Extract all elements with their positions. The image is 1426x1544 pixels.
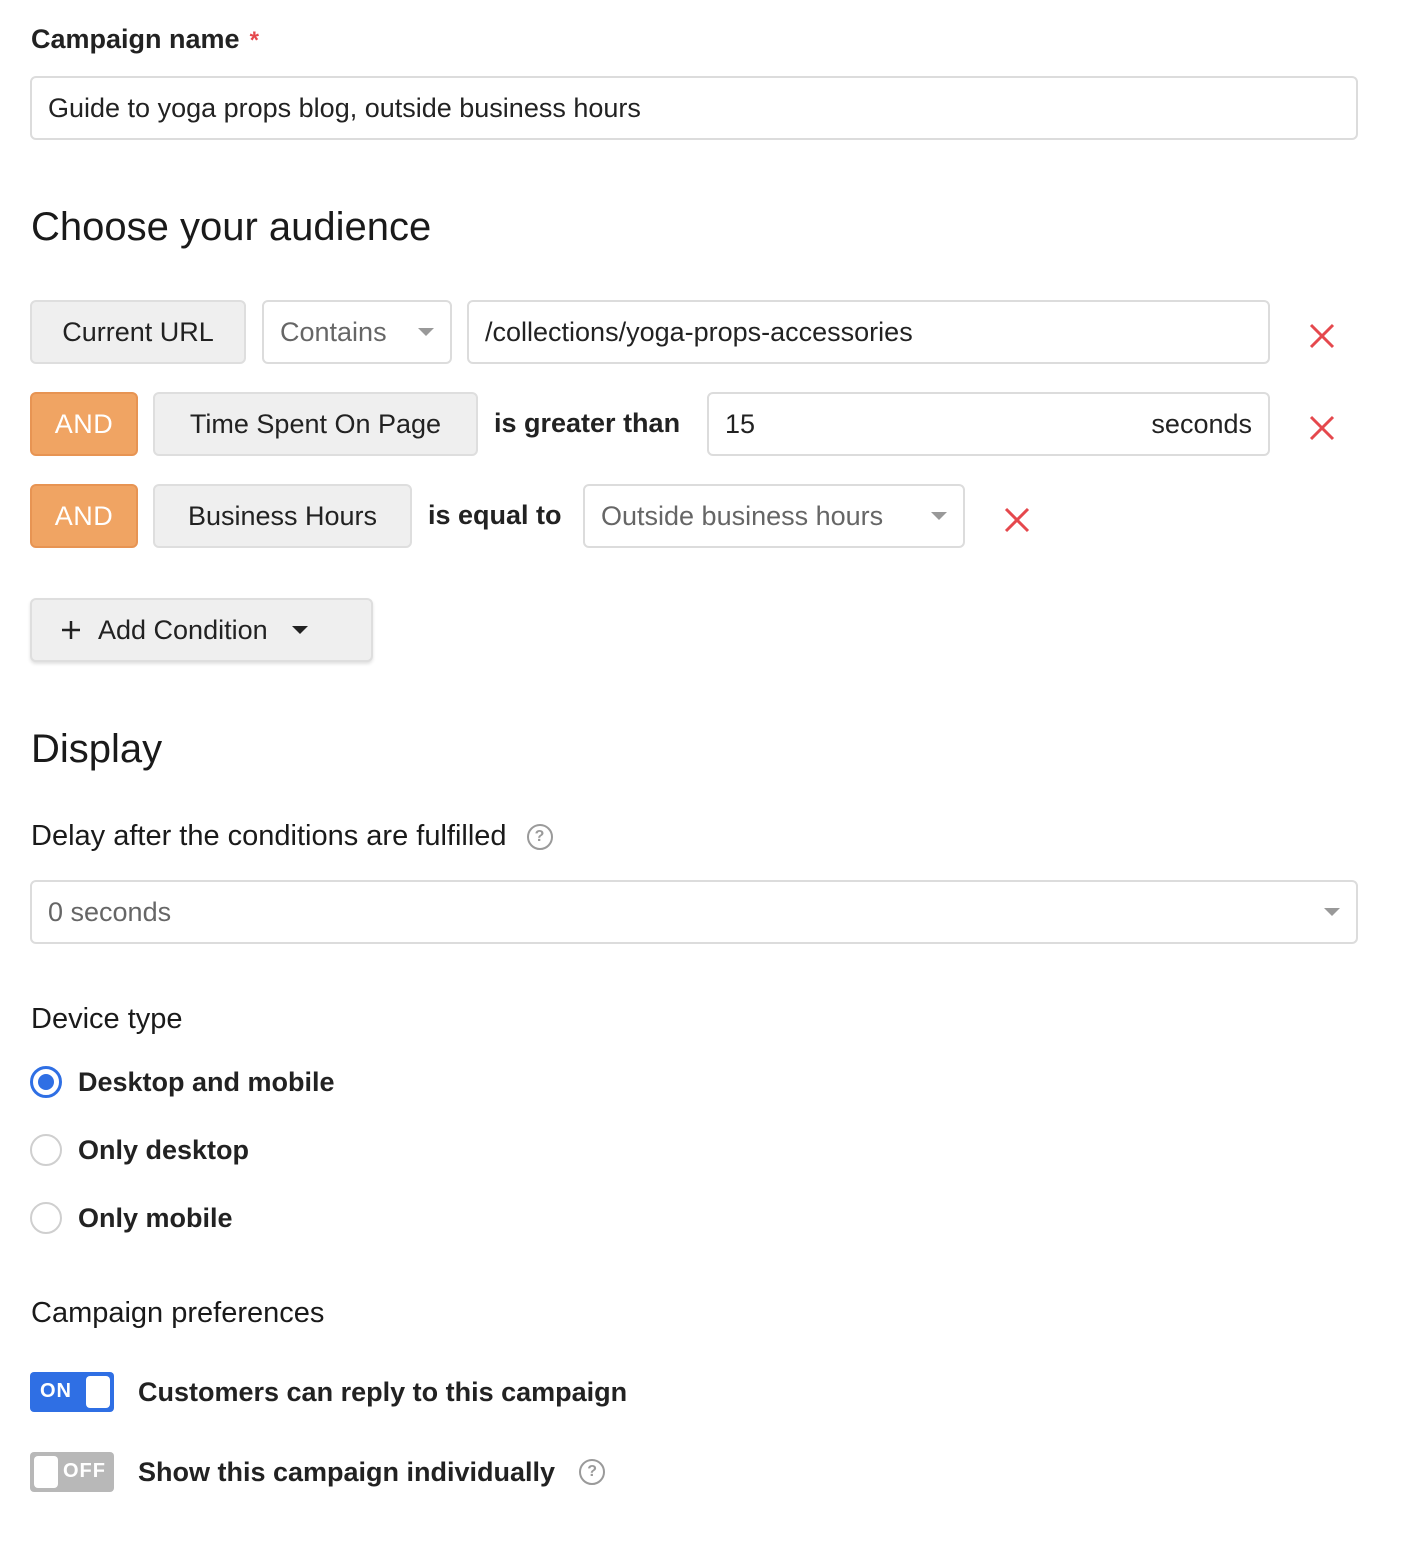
condition-operator-label: is greater than xyxy=(494,408,681,438)
individual-preference-label: Show this campaign individually xyxy=(138,1456,556,1487)
individual-toggle[interactable]: OFF xyxy=(30,1452,114,1492)
condition-seconds-input[interactable]: 15 seconds xyxy=(707,392,1270,456)
radio-button[interactable] xyxy=(30,1134,62,1166)
toggle-state-label: OFF xyxy=(63,1460,106,1482)
campaign-name-input[interactable]: Guide to yoga props blog, outside busine… xyxy=(30,76,1358,140)
condition-url-input[interactable]: /collections/yoga-props-accessories xyxy=(467,300,1270,364)
help-icon[interactable]: ? xyxy=(526,823,553,850)
condition-field-current-url[interactable]: Current URL xyxy=(30,300,246,364)
campaign-name-value: Guide to yoga props blog, outside busine… xyxy=(48,92,641,123)
device-option-desktop-and-mobile[interactable]: Desktop and mobile xyxy=(30,1066,335,1098)
chevron-down-icon xyxy=(418,328,434,336)
condition-seconds-value: 15 xyxy=(725,408,756,439)
add-condition-label: Add Condition xyxy=(98,614,268,645)
toggle-knob xyxy=(86,1376,110,1408)
chevron-down-icon xyxy=(291,626,308,634)
toggle-state-label: ON xyxy=(40,1380,72,1402)
device-type-label: Device type xyxy=(31,1003,183,1035)
chevron-down-icon xyxy=(931,512,947,520)
close-icon[interactable] xyxy=(1002,505,1032,535)
device-option-label: Desktop and mobile xyxy=(78,1066,335,1097)
required-mark: * xyxy=(249,27,259,54)
campaign-preferences-heading: Campaign preferences xyxy=(31,1297,325,1329)
toggle-knob xyxy=(34,1456,58,1488)
device-option-label: Only desktop xyxy=(78,1134,250,1165)
and-connector-badge[interactable]: AND xyxy=(30,392,138,456)
condition-operator-label: is equal to xyxy=(428,500,562,530)
plus-icon xyxy=(62,621,80,639)
close-icon[interactable] xyxy=(1307,321,1337,351)
reply-preference-row: ON Customers can reply to this campaign xyxy=(30,1372,627,1412)
condition-field-time-spent[interactable]: Time Spent On Page xyxy=(153,392,478,456)
business-hours-value: Outside business hours xyxy=(601,500,884,531)
delay-select[interactable]: 0 seconds xyxy=(30,880,1358,944)
delay-label-text: Delay after the conditions are fulfilled xyxy=(31,820,507,852)
and-connector-badge[interactable]: AND xyxy=(30,484,138,548)
help-icon[interactable]: ? xyxy=(579,1459,606,1485)
condition-operator-select[interactable]: Contains xyxy=(262,300,452,364)
radio-button[interactable] xyxy=(30,1202,62,1234)
device-option-label: Only mobile xyxy=(78,1202,233,1233)
display-heading: Display xyxy=(31,727,163,771)
individual-preference-row: OFF Show this campaign individually ? xyxy=(30,1452,606,1492)
delay-select-value: 0 seconds xyxy=(48,896,172,927)
reply-toggle[interactable]: ON xyxy=(30,1372,114,1412)
radio-button-checked[interactable] xyxy=(30,1066,62,1098)
campaign-name-label: Campaign name * xyxy=(31,24,259,54)
business-hours-select[interactable]: Outside business hours xyxy=(583,484,965,548)
condition-seconds-unit: seconds xyxy=(1151,408,1252,439)
audience-heading: Choose your audience xyxy=(31,205,432,249)
close-icon[interactable] xyxy=(1307,413,1337,443)
add-condition-button[interactable]: Add Condition xyxy=(30,598,373,662)
condition-operator-value: Contains xyxy=(280,316,387,347)
condition-url-value: /collections/yoga-props-accessories xyxy=(485,316,913,347)
device-option-only-mobile[interactable]: Only mobile xyxy=(30,1202,233,1234)
chevron-down-icon xyxy=(1324,908,1340,916)
reply-preference-label: Customers can reply to this campaign xyxy=(138,1376,628,1407)
device-option-only-desktop[interactable]: Only desktop xyxy=(30,1134,249,1166)
condition-field-business-hours[interactable]: Business Hours xyxy=(153,484,412,548)
delay-label: Delay after the conditions are fulfilled… xyxy=(31,820,553,853)
